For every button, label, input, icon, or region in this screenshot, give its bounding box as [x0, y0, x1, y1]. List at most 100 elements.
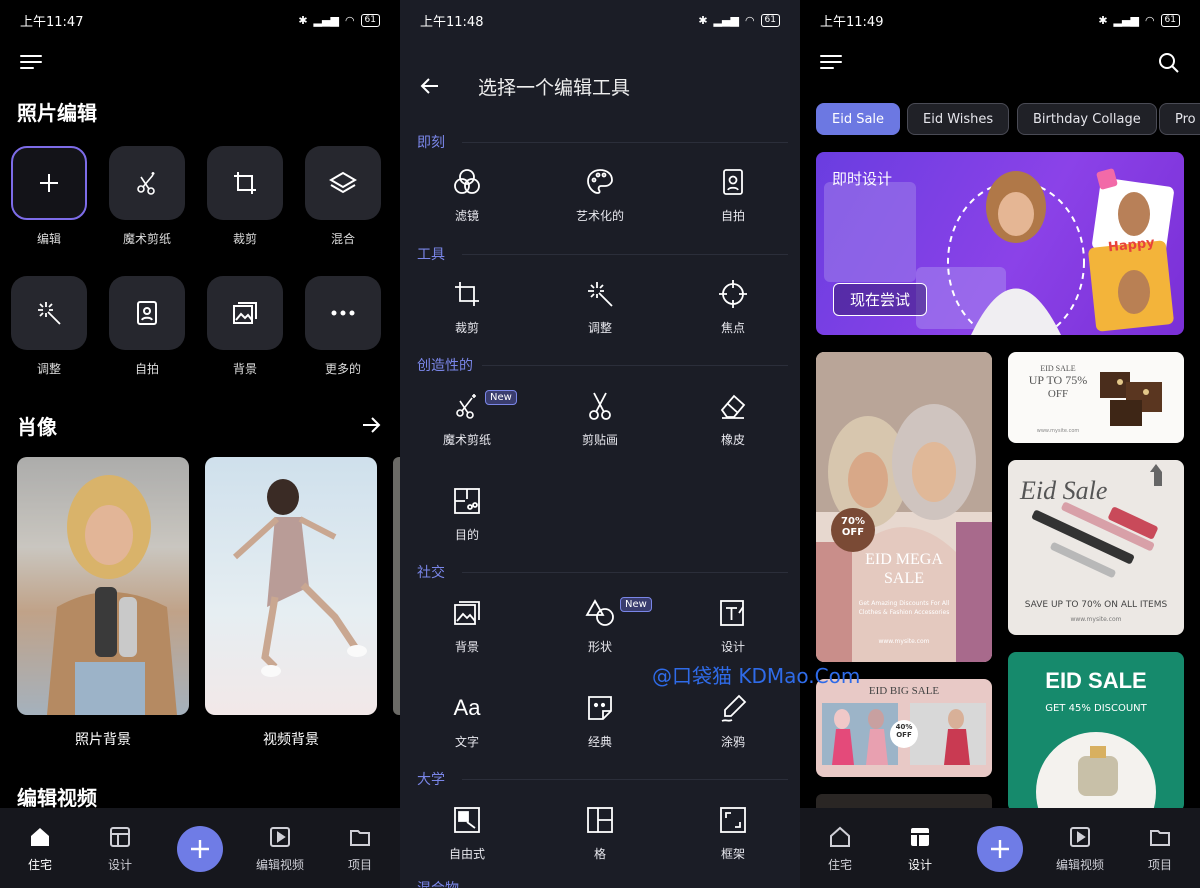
tool-crop[interactable]: 裁剪	[207, 146, 283, 247]
category-instant: 即刻	[417, 135, 445, 151]
template-eid-sale-green[interactable]: EID SALE GET 45% DISCOUNT	[1008, 652, 1184, 812]
tool-grid[interactable]: 格	[550, 804, 650, 862]
nav-edit-video[interactable]: 编辑视频	[1045, 826, 1115, 873]
tool-blend[interactable]: 混合	[305, 146, 381, 247]
jumping-woman-photo	[232, 479, 367, 677]
layout-icon	[110, 827, 130, 847]
status-time: 上午11:47	[20, 14, 84, 30]
discount-40-off-label: OFF	[896, 731, 912, 739]
shapes-icon	[585, 599, 614, 626]
tool-more[interactable]: 更多的	[305, 276, 381, 377]
wifi-icon: ◠	[744, 13, 755, 27]
nav-home[interactable]: 住宅	[5, 826, 75, 873]
template-eid-sale-cosmetics[interactable]: Eid Sale SAVE UP TO 70% ON ALL ITEMS www…	[1008, 460, 1184, 635]
tool-selfie[interactable]: 自拍	[683, 166, 783, 224]
portrait-icon	[137, 301, 157, 325]
category-creative: 创造性的	[417, 358, 473, 374]
tool-doodle[interactable]: 涂鸦	[683, 692, 783, 750]
tool-artistic[interactable]: 艺术化的	[550, 166, 650, 224]
crosshair-icon	[719, 280, 747, 308]
layout-icon	[911, 828, 929, 846]
nav-design[interactable]: 设计	[885, 826, 955, 873]
section-title-edit-video: 编辑视频	[17, 786, 97, 810]
tool-focus[interactable]: 焦点	[683, 278, 783, 336]
chip-eid-sale[interactable]: Eid Sale	[816, 103, 901, 135]
menu-icon[interactable]	[820, 53, 842, 71]
create-button[interactable]	[177, 826, 223, 872]
arrow-right-icon[interactable]	[360, 414, 382, 436]
category-social: 社交	[417, 565, 445, 581]
eid-mega-sale-title: SALE	[884, 570, 924, 587]
filter-icon	[454, 169, 480, 194]
tool-filter[interactable]: 滤镜	[417, 166, 517, 224]
tool-background[interactable]: 背景	[417, 597, 517, 655]
tool-frame[interactable]: 框架	[683, 804, 783, 862]
nav-projects[interactable]: 项目	[325, 826, 395, 873]
template-eid-sale-small[interactable]: EID SALE UP TO 75% OFF www.mysite.com	[1008, 352, 1184, 443]
layers-icon	[329, 171, 357, 194]
photo-background-card[interactable]	[17, 457, 189, 715]
next-card-peek	[393, 457, 400, 715]
video-background-card[interactable]	[205, 457, 377, 715]
section-title-portrait: 肖像	[17, 415, 57, 439]
tool-clipart[interactable]: 剪贴画	[550, 390, 650, 448]
search-icon[interactable]	[1158, 52, 1180, 74]
tool-target[interactable]: 目的	[417, 485, 517, 543]
sticker-icon	[588, 696, 612, 720]
signal-icon: ▂▄▆	[1113, 13, 1139, 27]
try-now-button[interactable]: 现在尝试	[833, 283, 928, 316]
template-eid-mega-sale[interactable]: 70% OFF EID MEGA SALE Get Amazing Discou…	[816, 352, 992, 662]
tool-magic-cutout[interactable]: 魔术剪纸	[109, 146, 185, 247]
folder-icon	[350, 830, 370, 846]
bottom-nav: 住宅 设计 编辑视频 项目	[0, 808, 400, 888]
video-background-label: 视频背景	[263, 732, 319, 748]
scissors-icon	[589, 392, 611, 420]
more-icon	[331, 310, 355, 316]
chip-eid-wishes[interactable]: Eid Wishes	[907, 103, 1010, 135]
home-screen: 上午11:47 ✱ ▂▄▆ ◠ 61 照片编辑 编辑 魔术剪纸 裁剪 混合 调整…	[0, 0, 400, 888]
tool-crop[interactable]: 裁剪	[417, 278, 517, 336]
tool-freestyle[interactable]: 自由式	[417, 804, 517, 862]
tool-selfie[interactable]: 自拍	[109, 276, 185, 377]
watermark: @口袋猫 KDMao.Com	[652, 664, 861, 688]
eid-sale-cosmetic-title: Eid Sale	[1020, 476, 1108, 505]
tool-text[interactable]: Aa 文字	[417, 692, 517, 750]
bluetooth-icon: ✱	[298, 13, 308, 27]
chip-pro[interactable]: Pro	[1159, 103, 1200, 135]
bottom-nav: 住宅 设计 编辑视频 项目	[800, 808, 1200, 888]
freestyle-collage-icon	[454, 807, 480, 833]
nav-projects[interactable]: 项目	[1125, 826, 1195, 873]
nav-edit-video[interactable]: 编辑视频	[245, 826, 315, 873]
discount-40-badge: 40%	[895, 723, 913, 731]
wifi-icon: ◠	[1144, 13, 1155, 27]
back-arrow-icon[interactable]	[420, 76, 440, 96]
menu-icon[interactable]	[20, 53, 42, 71]
new-badge: New	[620, 597, 652, 612]
template-eid-big-sale[interactable]: EID BIG SALE 40% OFF	[816, 679, 992, 777]
nav-home[interactable]: 住宅	[805, 826, 875, 873]
tool-design[interactable]: 设计	[683, 597, 783, 655]
image-icon	[454, 601, 480, 625]
eid-sale-small-line2: UP TO 75%	[1028, 373, 1088, 387]
chip-birthday-collage[interactable]: Birthday Collage	[1017, 103, 1157, 135]
status-icons: ✱ ▂▄▆ ◠ 61	[698, 13, 780, 27]
instant-design-banner[interactable]: 即时设计 Happy 现在尝试	[816, 152, 1184, 335]
discount-70-badge: 70%	[841, 516, 865, 527]
tool-eraser[interactable]: 橡皮	[683, 390, 783, 448]
nav-design[interactable]: 设计	[85, 826, 155, 873]
magic-wand-icon	[588, 282, 613, 307]
plus-icon	[191, 840, 209, 858]
status-icons: ✱ ▂▄▆ ◠ 61	[1098, 13, 1180, 27]
tool-background[interactable]: 背景	[207, 276, 283, 377]
cutout-frame-icon	[454, 488, 480, 514]
palette-icon	[587, 169, 613, 194]
status-bar: 上午11:48 ✱ ▂▄▆ ◠ 61	[420, 10, 780, 30]
tool-adjust[interactable]: 调整	[11, 276, 87, 377]
tool-sticker[interactable]: 经典	[550, 692, 650, 750]
home-icon	[31, 828, 49, 846]
tool-edit[interactable]: 编辑	[11, 146, 87, 247]
create-button[interactable]	[977, 826, 1023, 872]
editor-header: 选择一个编辑工具	[420, 72, 780, 100]
banner-title: 即时设计	[832, 170, 893, 188]
tool-adjust[interactable]: 调整	[550, 278, 650, 336]
